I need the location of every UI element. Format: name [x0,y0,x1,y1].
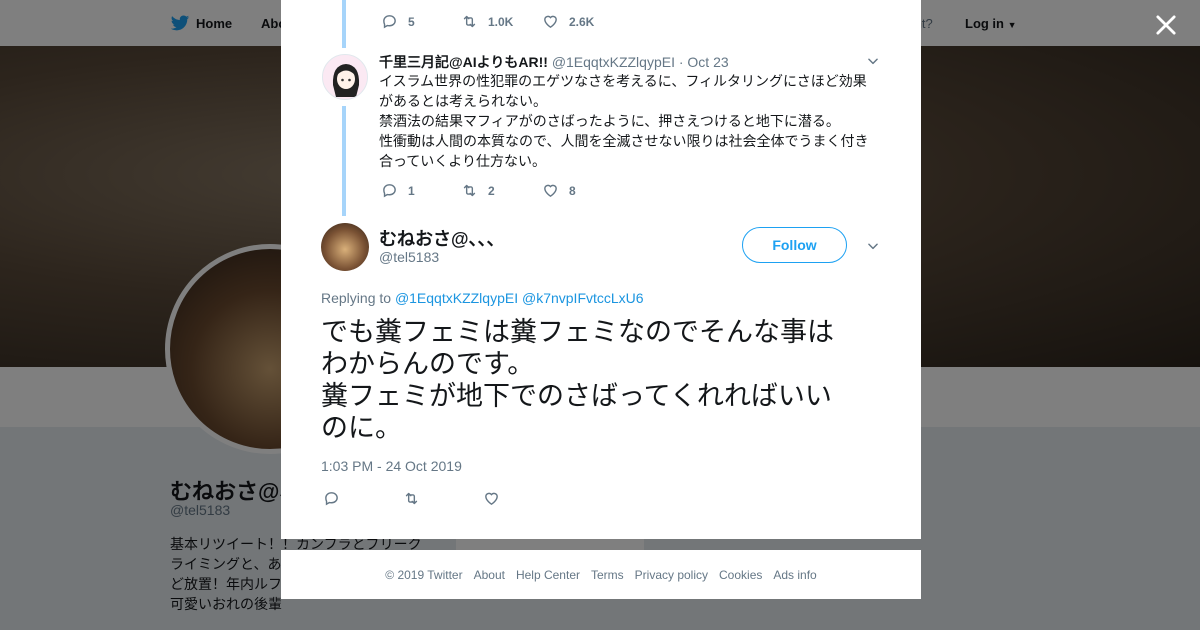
main-text-line: のに。 [321,413,402,443]
thread-line [342,0,346,48]
replying-to-link[interactable]: @k7nvpIFvtccLxU6 [522,290,644,306]
reply-date[interactable]: · Oct 23 [679,54,729,70]
tweet-timestamp[interactable]: 1:03 PM - 24 Oct 2019 [321,458,462,474]
anime-avatar-icon [323,55,367,99]
retweet-count: 1.0K [488,14,514,29]
main-tweet-text: でも糞フェミは糞フェミなのでそんな事は わからんのです。 糞フェミが地下でのさば… [321,316,881,444]
heart-icon [544,15,557,29]
footer-copyright: © 2019 Twitter [385,567,463,582]
retweet-action[interactable] [403,490,483,507]
replying-to-link[interactable]: @1EqqtxKZZlqypEI [395,290,518,306]
retweet-icon [463,184,476,197]
main-tweet-actions [323,490,500,507]
main-author-handle[interactable]: @tel5183 [379,249,439,265]
reply-icon [325,492,338,506]
prev-tweet-actions: 5 1.0K 2.6K [381,13,594,30]
replying-to: Replying to @1EqqtxKZZlqypEI @k7nvpIFvtc… [321,290,644,306]
modal-footer: © 2019 Twitter About Help Center Terms P… [281,550,921,599]
retweet-action[interactable]: 1.0K [461,13,542,30]
like-count: 2.6K [569,14,595,29]
like-action[interactable] [483,490,500,507]
reply-author-handle[interactable]: @1EqqtxKZZlqypEI [552,54,675,70]
chevron-down-icon[interactable] [866,239,880,253]
footer-link-help[interactable]: Help Center [516,568,580,582]
reply-count: 1 [408,183,415,198]
reply-action[interactable]: 1 [381,182,461,199]
tweet-modal: 5 1.0K 2.6K 千里三月記@AIよりもAR!! @1EqqtxKZZlq… [281,0,921,539]
reply-author-name[interactable]: 千里三月記@AIよりもAR!! [379,54,548,70]
main-author-name[interactable]: むねおさ@、、、 [379,225,505,251]
main-text-line: 糞フェミが地下でのさばってくれればいい [321,381,832,411]
like-count: 8 [569,183,576,198]
main-author-avatar[interactable] [321,223,369,271]
reply-text-line: 合っていくより仕方ない。 [379,153,547,169]
like-action[interactable]: 8 [542,182,576,199]
close-icon[interactable] [1152,11,1180,39]
reply-count: 5 [408,14,415,29]
footer-link-privacy[interactable]: Privacy policy [635,568,708,582]
retweet-count: 2 [488,183,495,198]
footer-link-about[interactable]: About [474,568,505,582]
footer-link-cookies[interactable]: Cookies [719,568,762,582]
footer-link-terms[interactable]: Terms [591,568,624,582]
reply-text-line: 性衝動は人間の本質なので、人間を全滅させない限りは社会全体でうまく付き [379,133,869,149]
reply-text-line: イスラム世界の性犯罪のエゲツなさを考えるに、フィルタリングにさほど効果 [379,73,867,89]
main-text-line: わからんのです。 [321,349,535,379]
reply-text-line: があるとは考えられない。 [379,93,547,109]
follow-button[interactable]: Follow [742,227,847,263]
retweet-action[interactable]: 2 [461,182,542,199]
chevron-down-icon[interactable] [866,54,880,68]
thread-line [342,106,346,216]
heart-icon [485,492,498,506]
reply-avatar[interactable] [322,54,368,100]
reply-icon [383,184,396,198]
retweet-icon [463,15,476,28]
retweet-icon [405,492,418,505]
like-action[interactable]: 2.6K [542,13,594,30]
reply-text-line: 禁酒法の結果マフィアがのさばったように、押さえつけると地下に潜る。 [379,113,840,129]
footer-link-ads[interactable]: Ads info [773,568,816,582]
reply-tweet-actions: 1 2 8 [381,182,576,199]
reply-header: 千里三月記@AIよりもAR!! @1EqqtxKZZlqypEI · Oct 2… [379,52,729,72]
replying-to-prefix: Replying to [321,290,392,306]
reply-icon [383,15,396,29]
main-text-line: でも糞フェミは糞フェミなのでそんな事は [321,317,834,347]
reply-action[interactable] [323,490,403,507]
reply-text: イスラム世界の性犯罪のエゲツなさを考えるに、フィルタリングにさほど効果 があると… [379,71,879,171]
heart-icon [544,184,557,198]
reply-action[interactable]: 5 [381,13,461,30]
